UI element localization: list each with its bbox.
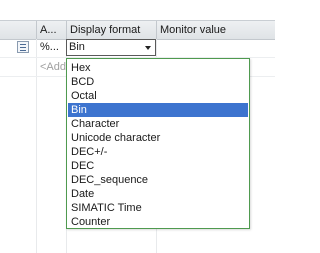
option-octal[interactable]: Octal bbox=[68, 89, 248, 103]
option-counter[interactable]: Counter bbox=[68, 215, 248, 229]
option-dec-signed[interactable]: DEC+/- bbox=[68, 145, 248, 159]
tag-row-icon[interactable] bbox=[17, 41, 29, 53]
option-unicode-character[interactable]: Unicode character bbox=[68, 131, 248, 145]
option-date[interactable]: Date bbox=[68, 187, 248, 201]
option-bcd[interactable]: BCD bbox=[68, 75, 248, 89]
display-format-dropdown: Hex BCD Octal Bin Character Unicode char… bbox=[66, 58, 250, 229]
display-format-combobox[interactable]: Bin bbox=[66, 39, 156, 56]
table-header: A... Display format Monitor value bbox=[0, 20, 275, 40]
chevron-down-icon bbox=[144, 45, 151, 50]
option-hex[interactable]: Hex bbox=[68, 61, 248, 75]
column-header-display-format[interactable]: Display format bbox=[66, 21, 156, 39]
option-bin[interactable]: Bin bbox=[68, 103, 248, 117]
dropdown-button[interactable] bbox=[140, 40, 155, 55]
option-simatic-time[interactable]: SIMATIC Time bbox=[68, 201, 248, 215]
option-dec[interactable]: DEC bbox=[68, 159, 248, 173]
add-new-row[interactable]: <Add bbox=[40, 60, 66, 74]
address-cell[interactable]: %... bbox=[40, 40, 59, 54]
column-header-address[interactable]: A... bbox=[36, 21, 66, 39]
option-dec-sequence[interactable]: DEC_sequence bbox=[68, 173, 248, 187]
column-header-monitor-value[interactable]: Monitor value bbox=[156, 21, 275, 39]
display-format-value: Bin bbox=[69, 41, 85, 53]
option-character[interactable]: Character bbox=[68, 117, 248, 131]
grid-line bbox=[36, 39, 37, 253]
